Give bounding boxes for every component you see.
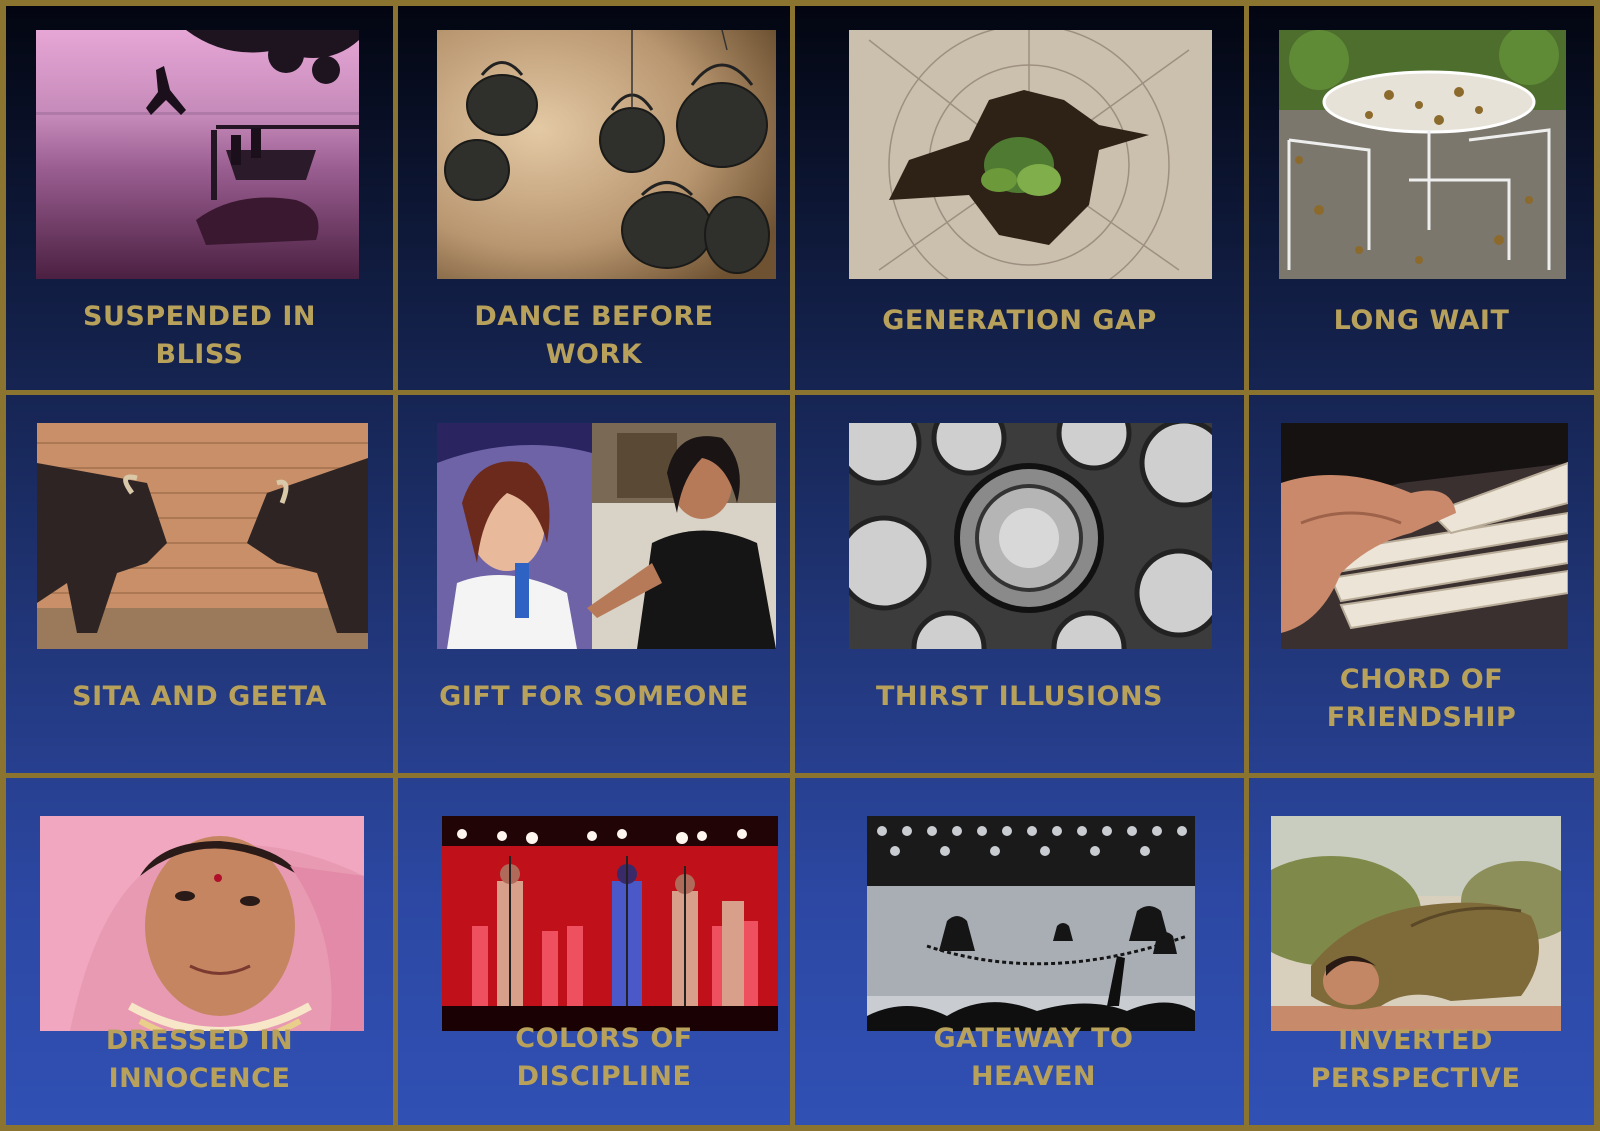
photo-table-covered-in-leaves <box>1279 30 1566 279</box>
tile-caption: DANCE BEFORE WORK <box>474 301 714 370</box>
gallery-tile[interactable]: SUSPENDED IN BLISS <box>6 6 393 390</box>
photo-yoga-pose <box>1271 816 1561 1031</box>
photo-woman-and-poster <box>437 423 776 649</box>
photo-sprout-in-tree-stump <box>849 30 1212 279</box>
photo-hand-on-piano <box>1281 423 1568 649</box>
tile-caption: CHORD OF FRIENDSHIP <box>1326 664 1517 733</box>
gallery-tile[interactable]: DRESSED IN INNOCENCE <box>6 778 393 1125</box>
gallery-tile[interactable]: COLORS OF DISCIPLINE <box>398 778 790 1125</box>
gallery-tile[interactable]: LONG WAIT <box>1249 6 1594 390</box>
gallery-tile[interactable]: GENERATION GAP <box>795 6 1244 390</box>
photo-two-buffaloes <box>37 423 368 649</box>
tile-caption: GIFT FOR SOMEONE <box>439 681 749 712</box>
photo-red-stage-performance <box>442 816 778 1031</box>
gallery-tile[interactable]: GATEWAY TO HEAVEN <box>795 778 1244 1125</box>
photo-gallery-grid: SUSPENDED IN BLISS DANCE BEFORE WORK GEN… <box>0 0 1600 1131</box>
tile-caption: GENERATION GAP <box>882 305 1157 336</box>
tile-caption: GATEWAY TO HEAVEN <box>933 1023 1134 1092</box>
tile-caption: COLORS OF DISCIPLINE <box>515 1023 693 1092</box>
gallery-tile[interactable]: SITA AND GEETA <box>6 395 393 773</box>
gallery-tile[interactable]: CHORD OF FRIENDSHIP <box>1249 395 1594 773</box>
tile-caption: THIRST ILLUSIONS <box>875 681 1164 712</box>
tile-caption: SITA AND GEETA <box>72 681 327 712</box>
tile-caption: SUSPENDED IN BLISS <box>83 301 316 370</box>
tile-caption: INVERTED PERSPECTIVE <box>1310 1025 1521 1094</box>
tile-caption: LONG WAIT <box>1333 305 1510 336</box>
tile-caption: DRESSED IN INNOCENCE <box>105 1025 294 1094</box>
photo-hanging-kettles <box>437 30 776 279</box>
photo-temple-bells-silhouette <box>867 816 1195 1031</box>
photo-jump-into-river <box>36 30 359 279</box>
gallery-tile[interactable]: GIFT FOR SOMEONE <box>398 395 790 773</box>
gallery-tile[interactable]: DANCE BEFORE WORK <box>398 6 790 390</box>
photo-girl-in-pink-veil <box>40 816 364 1031</box>
photo-glasses-from-above <box>849 423 1212 649</box>
gallery-tile[interactable]: INVERTED PERSPECTIVE <box>1249 778 1594 1125</box>
gallery-tile[interactable]: THIRST ILLUSIONS <box>795 395 1244 773</box>
